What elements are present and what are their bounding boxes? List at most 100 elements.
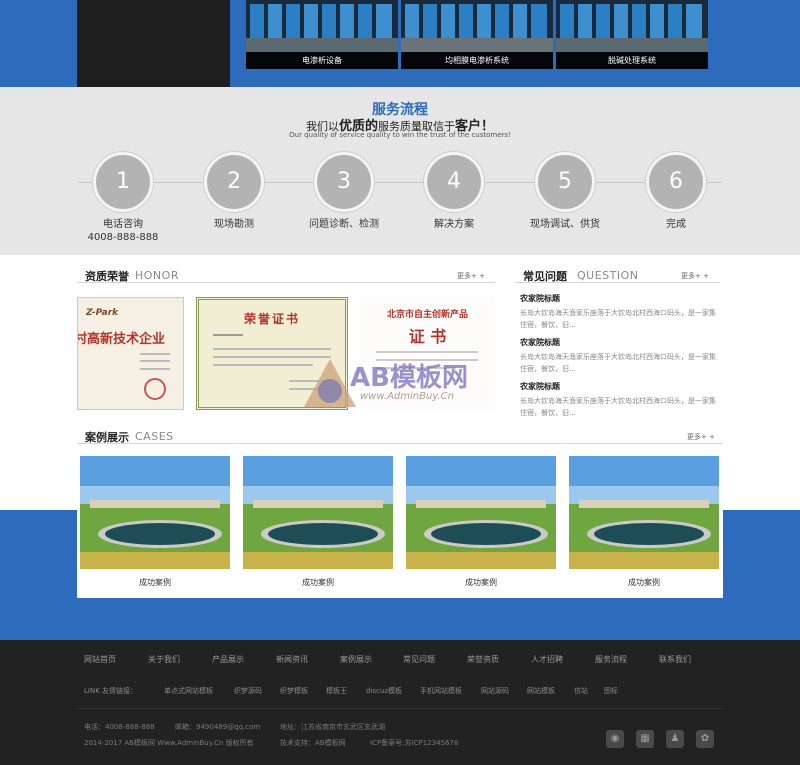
qq-icon[interactable]: ♟ [666,730,684,748]
footer-link[interactable]: 手机网站模板 [420,686,462,696]
product-caption: 脱碱处理系统 [556,52,708,69]
question-item-title[interactable]: 农家院标题 [520,337,720,348]
footer-copyright: 2014-2017 AB模板网 Www.AdminBuy.Cn 版权所有 [84,739,254,747]
step-number: 5 [538,155,592,209]
honor-title: 资质荣誉 [85,270,129,283]
step-label: 电话咨询 [103,219,143,230]
question-title-en: QUESTION [577,269,639,282]
certificate-text: 村高新技术企业 [77,332,166,347]
step-number: 3 [317,155,371,209]
product-card-3[interactable]: 脱碱处理系统 [556,0,708,69]
service-process-section: 服务流程 我们以优质的服务质量取信于客户！ Our quality of ser… [0,87,800,255]
site-footer: 网站首页 关于我们 产品展示 新闻资讯 案例展示 常见问题 荣誉资质 人才招聘 … [0,640,800,765]
certificate-title: 北京市自主创新产品 [386,310,468,320]
process-step-3: 3 问题诊断、检测 [289,151,399,231]
footer-nav-honor[interactable]: 荣誉资质 [467,654,499,665]
step-number: 1 [96,155,150,209]
cases-header: 案例展示 CASES 更多+ + [77,420,723,444]
case-image [406,456,556,569]
process-step-1: 1 电话咨询 4008-888-888 [68,151,178,244]
process-step-4: 4 解决方案 [399,151,509,231]
honor-more-link[interactable]: 更多+ + [457,271,485,281]
footer-address: 地址：江苏省南京市玄武区玄武湖 [280,723,385,731]
process-step-6: 6 完成 [621,151,731,231]
footer-link[interactable]: 网站模板 [527,686,555,696]
honor-header: 资质荣誉 HONOR 更多+ + [77,259,495,283]
footer-phone: 电话：4008-888-888 [84,723,155,731]
footer-email: 邮箱：9490489@qq.com [175,723,261,731]
footer-icp: ICP备案号:苏ICP12345678 [370,739,459,747]
question-item-title[interactable]: 农家院标题 [520,381,720,392]
step-label: 解决方案 [434,219,474,230]
certificate-seal [144,378,166,400]
footer-support: 技术支持：AB模板网 [280,739,346,747]
question-item-title[interactable]: 农家院标题 [520,293,720,304]
question-item[interactable]: 农家院标题 长岛大钦岛海天渔家乐座落于大钦岛北村西海口码头，是一家集住宿，餐饮，… [520,293,720,331]
qr-code-icon[interactable]: ▦ [636,730,654,748]
step-label: 问题诊断、检测 [309,219,379,230]
process-english-tagline: Our quality of service quality to win th… [289,131,511,139]
footer-divider [77,708,723,709]
cases-more-link[interactable]: 更多+ + [687,432,715,442]
footer-nav-news[interactable]: 新闻资讯 [276,654,308,665]
footer-link[interactable]: discuz模板 [366,686,402,696]
footer-nav-contact[interactable]: 联系我们 [659,654,691,665]
cases-title-en: CASES [135,430,174,443]
footer-nav-cases[interactable]: 案例展示 [340,654,372,665]
question-title: 常见问题 [523,270,567,283]
footer-link[interactable]: 模板王 [326,686,347,696]
case-caption: 成功案例 [302,578,334,587]
case-card-4[interactable]: 成功案例 [566,454,722,598]
weibo-icon[interactable]: ◉ [606,730,624,748]
question-item[interactable]: 农家院标题 长岛大钦岛海天渔家乐座落于大钦岛北村西海口码头，是一家集住宿，餐饮，… [520,381,720,419]
case-caption: 成功案例 [628,578,660,587]
question-item-desc: 长岛大钦岛海天渔家乐座落于大钦岛北村西海口码头，是一家集住宿，餐饮，旧... [520,397,716,417]
case-caption: 成功案例 [465,578,497,587]
process-step-2: 2 现场勘测 [179,151,289,231]
case-image [569,456,719,569]
certificate-3[interactable]: 北京市自主创新产品 证 书 [360,297,495,410]
step-label: 现场勘测 [214,219,254,230]
case-card-2[interactable]: 成功案例 [240,454,396,598]
footer-link[interactable]: 织梦源码 [234,686,262,696]
step-number: 2 [207,155,261,209]
footer-nav-process[interactable]: 服务流程 [595,654,627,665]
product-caption: 均相膜电渗析系统 [401,52,553,69]
case-image [243,456,393,569]
step-label: 现场调试、供货 [530,219,600,230]
question-item-desc: 长岛大钦岛海天渔家乐座落于大钦岛北村西海口码头，是一家集住宿，餐饮，旧... [520,353,716,373]
footer-link[interactable]: 织梦模板 [280,686,308,696]
question-more-link[interactable]: 更多+ + [681,271,709,281]
footer-link[interactable]: 单点式网站模板 [164,686,213,696]
product-card-2[interactable]: 均相膜电渗析系统 [401,0,553,69]
product-caption: 电渗析设备 [246,52,398,69]
footer-nav-home[interactable]: 网站首页 [84,654,116,665]
footer-nav-jobs[interactable]: 人才招聘 [531,654,563,665]
question-header: 常见问题 QUESTION 更多+ + [515,259,720,283]
footer-nav-products[interactable]: 产品展示 [212,654,244,665]
footer-nav-about[interactable]: 关于我们 [148,654,180,665]
product-card-1[interactable]: 电渗析设备 [246,0,398,69]
certificate-logo: Z-Park [86,308,119,318]
footer-link[interactable]: 图标 [604,686,618,696]
question-item-desc: 长岛大钦岛海天渔家乐座落于大钦岛北村西海口码头，是一家集住宿，餐饮，旧... [520,309,716,329]
step-label: 完成 [666,219,686,230]
case-card-3[interactable]: 成功案例 [403,454,559,598]
certificate-1[interactable]: Z-Park 村高新技术企业 [77,297,184,410]
certificate-subtitle: 证 书 [408,327,447,346]
process-step-5: 5 现场调试、供货 [510,151,620,231]
footer-link[interactable]: 网站源码 [481,686,509,696]
step-number: 6 [649,155,703,209]
case-card-1[interactable]: 成功案例 [77,454,233,598]
footer-nav-faq[interactable]: 常见问题 [403,654,435,665]
certificate-title: 荣誉证书 [243,312,300,326]
case-image [80,456,230,569]
step-number: 4 [427,155,481,209]
paw-icon[interactable]: ✿ [696,730,714,748]
footer-link[interactable]: 仿站 [574,686,588,696]
honor-title-en: HONOR [135,269,179,282]
cases-title: 案例展示 [85,431,129,444]
question-item[interactable]: 农家院标题 长岛大钦岛海天渔家乐座落于大钦岛北村西海口码头，是一家集住宿，餐饮，… [520,337,720,375]
top-left-dark-panel [77,0,230,87]
certificate-2[interactable]: 荣誉证书 [196,297,348,410]
